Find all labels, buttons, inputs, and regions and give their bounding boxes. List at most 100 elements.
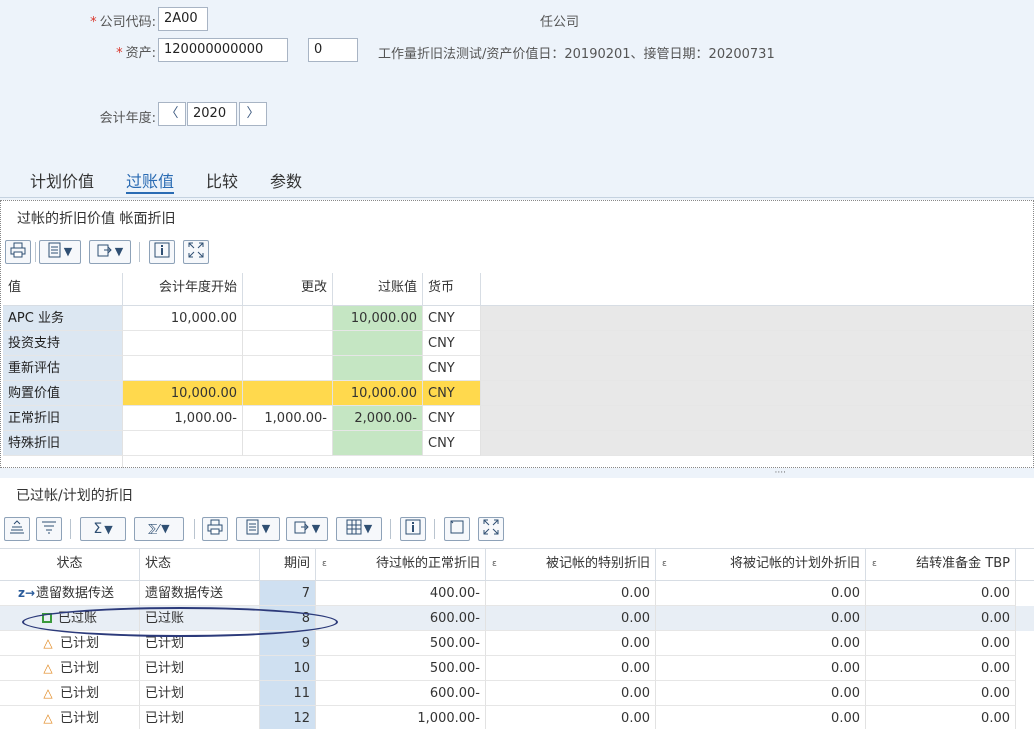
info-icon bbox=[405, 519, 421, 535]
chevron-down-icon: ▼ bbox=[311, 522, 321, 535]
status-cell: 已计划 bbox=[140, 706, 260, 729]
column-header-status[interactable]: 状态 bbox=[140, 549, 260, 582]
tab-parameters[interactable]: 参数 bbox=[270, 168, 302, 194]
column-header-change[interactable]: 更改 bbox=[243, 273, 333, 306]
normal-depreciation-cell: 500.00- bbox=[316, 656, 486, 681]
unplanned-depreciation-cell: 0.00 bbox=[656, 606, 866, 631]
table-row[interactable]: △ 已计划 已计划 11 600.00- 0.00 0.00 0.00 bbox=[0, 681, 1034, 706]
sort-ascending-button[interactable] bbox=[4, 517, 30, 541]
table-row-highlighted[interactable]: 购置价值 10,000.00 10,000.00 CNY bbox=[3, 381, 1033, 406]
column-header-reserve-tbp[interactable]: ε 结转准备金 TBP bbox=[866, 549, 1016, 582]
sum-menu-button[interactable]: Σ ▼ bbox=[80, 517, 126, 541]
change-cell bbox=[243, 381, 333, 406]
posted-cell bbox=[333, 331, 423, 356]
special-depreciation-cell: 0.00 bbox=[486, 681, 656, 706]
change-cell bbox=[243, 331, 333, 356]
planned-triangle-icon: △ bbox=[43, 711, 53, 725]
frame-button[interactable] bbox=[444, 517, 470, 541]
currency-cell: CNY bbox=[423, 331, 481, 356]
status-icon-cell: △ 已计划 bbox=[0, 706, 140, 729]
posted-cell: 2,000.00- bbox=[333, 406, 423, 431]
posted-depreciation-panel: 过帐的折旧价值 帐面折旧 ▼ ▼ 值 会计年度开始 更改 过账值 货币 APC bbox=[0, 200, 1034, 468]
asset-subnumber-field[interactable]: 0 bbox=[308, 38, 358, 62]
print-button[interactable] bbox=[5, 240, 31, 264]
grid-layout-icon bbox=[346, 519, 362, 535]
column-header-year-start[interactable]: 会计年度开始 bbox=[123, 273, 243, 306]
chevron-down-icon: ▼ bbox=[261, 522, 271, 535]
planned-triangle-icon: △ bbox=[43, 686, 53, 700]
status-cell: 已过账 bbox=[140, 606, 260, 631]
table-row-selected[interactable]: 已过账 已过账 8 600.00- 0.00 0.00 0.00 bbox=[0, 606, 1034, 631]
table-row[interactable]: 投资支持 CNY bbox=[3, 331, 1033, 356]
export-icon bbox=[294, 521, 309, 534]
column-header-value[interactable]: 值 bbox=[3, 273, 123, 306]
table-row[interactable]: 正常折旧 1,000.00- 1,000.00- 2,000.00- CNY bbox=[3, 406, 1033, 431]
column-header-status-icon[interactable]: 状态 bbox=[0, 549, 140, 582]
table-row[interactable]: △ 已计划 已计划 10 500.00- 0.00 0.00 0.00 bbox=[0, 656, 1034, 681]
currency-cell: CNY bbox=[423, 431, 481, 456]
year-start-cell: 10,000.00 bbox=[123, 306, 243, 331]
toolbar-separator bbox=[434, 519, 435, 539]
sort-marker-icon: ε bbox=[492, 559, 497, 569]
column-header-currency[interactable]: 货币 bbox=[423, 273, 481, 306]
company-code-field[interactable]: 2A00 bbox=[158, 7, 208, 31]
next-year-button[interactable]: 〉 bbox=[239, 102, 267, 126]
table-row[interactable]: z→遗留数据传送 遗留数据传送 7 400.00- 0.00 0.00 0.00 bbox=[0, 581, 1034, 606]
toolbar-separator bbox=[35, 242, 36, 262]
unplanned-depreciation-cell: 0.00 bbox=[656, 656, 866, 681]
reserve-cell: 0.00 bbox=[866, 706, 1016, 729]
table-header: 值 会计年度开始 更改 过账值 货币 bbox=[3, 273, 1033, 306]
column-header-posted[interactable]: 过账值 bbox=[333, 273, 423, 306]
table-row[interactable]: △ 已计划 已计划 9 500.00- 0.00 0.00 0.00 bbox=[0, 631, 1034, 656]
fullscreen-button[interactable] bbox=[478, 517, 504, 541]
table-row[interactable]: 重新评估 CNY bbox=[3, 356, 1033, 381]
sort-marker-icon: ε bbox=[662, 559, 667, 569]
tab-posted-values[interactable]: 过账值 bbox=[126, 168, 175, 194]
info-button[interactable] bbox=[400, 517, 426, 541]
fiscal-year-label: 会计年度: bbox=[99, 111, 156, 126]
special-depreciation-cell: 0.00 bbox=[486, 656, 656, 681]
tab-planned-values[interactable]: 计划价值 bbox=[30, 168, 94, 194]
table-row[interactable]: △ 已计划 已计划 12 1,000.00- 0.00 0.00 0.00 bbox=[0, 706, 1034, 729]
layout-menu-button[interactable]: ▼ bbox=[336, 517, 382, 541]
normal-depreciation-cell: 500.00- bbox=[316, 631, 486, 656]
column-header-special-depreciation[interactable]: ε 被记帐的特别折旧 bbox=[486, 549, 656, 582]
chevron-down-icon: ▼ bbox=[161, 522, 170, 535]
view-menu-button[interactable]: ▼ bbox=[236, 517, 280, 541]
posted-cell: 10,000.00 bbox=[333, 306, 423, 331]
expand-icon bbox=[483, 519, 499, 535]
print-button[interactable] bbox=[202, 517, 228, 541]
tab-comparison[interactable]: 比较 bbox=[206, 168, 238, 194]
panel-splitter[interactable]: ···· bbox=[0, 468, 1034, 478]
status-icon-cell: △ 已计划 bbox=[0, 656, 140, 681]
status-cell: 已计划 bbox=[140, 681, 260, 706]
status-icon-cell: △ 已计划 bbox=[0, 681, 140, 706]
document-view-icon bbox=[48, 242, 61, 258]
previous-year-button[interactable]: 〈 bbox=[158, 102, 186, 126]
table-row[interactable]: APC 业务 10,000.00 10,000.00 CNY bbox=[3, 306, 1033, 331]
special-depreciation-cell: 0.00 bbox=[486, 606, 656, 631]
fullscreen-button[interactable] bbox=[183, 240, 209, 264]
empty-area bbox=[481, 381, 1033, 406]
subtotal-icon: ⅀⁄ bbox=[148, 522, 160, 535]
asset-description: 工作量折旧法测试/资产价值日：20190201、接管日期：20200731 bbox=[378, 47, 775, 62]
export-menu-button[interactable]: ▼ bbox=[286, 517, 328, 541]
status-cell: 遗留数据传送 bbox=[140, 581, 260, 606]
table-row[interactable]: 特殊折旧 CNY bbox=[3, 431, 1033, 456]
toolbar-separator bbox=[194, 519, 195, 539]
subtotal-menu-button[interactable]: ⅀⁄ ▼ bbox=[134, 517, 184, 541]
depreciation-periods-panel: 已过帐/计划的折旧 Σ ▼ ⅀⁄ ▼ ▼ ▼ ▼ 状态 状态 期间 ε 待过帐的… bbox=[0, 478, 1034, 729]
expand-icon bbox=[188, 242, 204, 258]
filter-button[interactable] bbox=[36, 517, 62, 541]
change-cell bbox=[243, 306, 333, 331]
column-header-normal-depreciation[interactable]: ε 待过帐的正常折旧 bbox=[316, 549, 486, 582]
asset-number-field[interactable]: 120000000000 bbox=[158, 38, 288, 62]
export-menu-button[interactable]: ▼ bbox=[89, 240, 131, 264]
column-header-period[interactable]: 期间 bbox=[260, 549, 316, 582]
view-menu-button[interactable]: ▼ bbox=[39, 240, 81, 264]
print-icon bbox=[207, 519, 223, 535]
column-header-unplanned-depreciation[interactable]: ε 将被记帐的计划外折旧 bbox=[656, 549, 866, 582]
empty-area bbox=[3, 456, 123, 468]
info-button[interactable] bbox=[149, 240, 175, 264]
fiscal-year-field[interactable]: 2020 bbox=[187, 102, 237, 126]
